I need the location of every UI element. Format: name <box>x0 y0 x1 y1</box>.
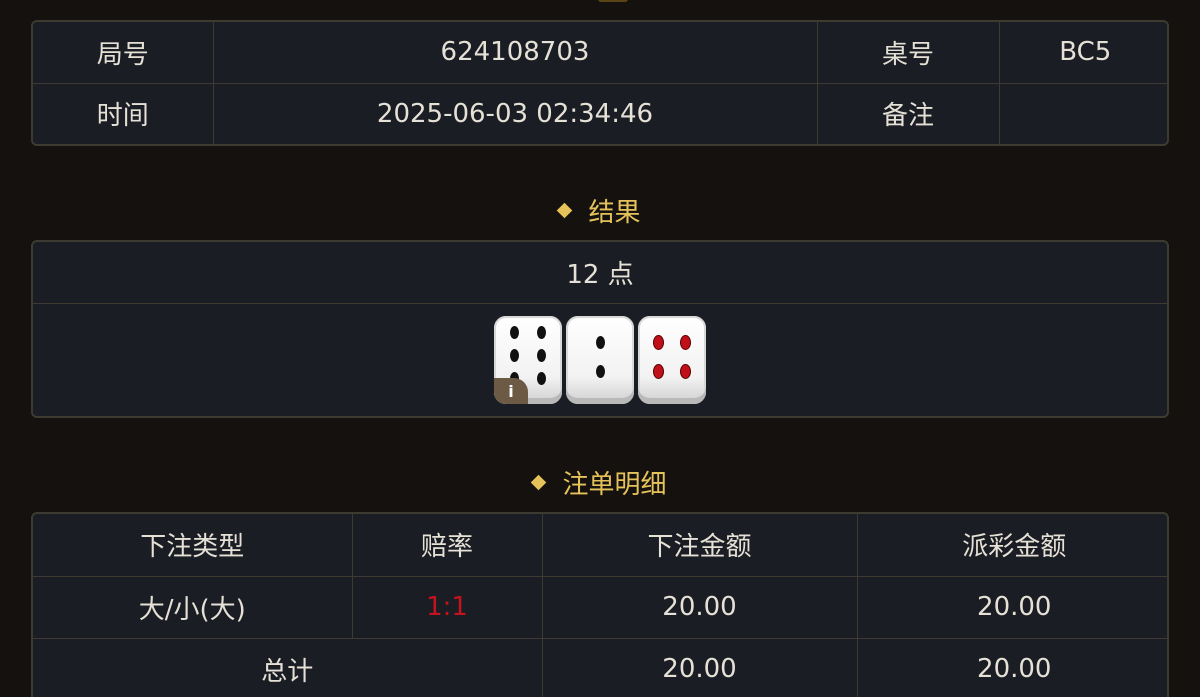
header-odds: 赔率 <box>351 514 543 577</box>
header-decoration <box>598 0 628 2</box>
round-value: 624108703 <box>212 22 818 84</box>
time-value: 2025-06-03 02:34:46 <box>212 82 818 144</box>
time-label: 时间 <box>33 82 214 144</box>
dice-pip <box>595 365 605 379</box>
dice-pip <box>681 365 691 379</box>
table-row: 大/小(大) 1:1 20.00 20.00 <box>33 575 1167 639</box>
dice-pip <box>595 335 605 349</box>
result-title-text: 结果 <box>588 198 641 228</box>
dice-pip <box>537 371 547 385</box>
payout-amount-cell: 20.00 <box>856 575 1167 639</box>
info-icon[interactable]: i <box>494 378 528 404</box>
round-info-panel: 局号 624108703 桌号 BC5 时间 2025-06-03 02:34:… <box>31 20 1169 146</box>
table-label: 桌号 <box>816 22 1000 84</box>
result-section-title: 结果 <box>0 192 1200 229</box>
total-bet-amount: 20.00 <box>541 637 858 697</box>
bet-details-section-title: 注单明细 <box>0 464 1200 501</box>
result-panel: 12 点 i <box>31 240 1169 418</box>
diamond-icon <box>557 202 573 219</box>
diamond-icon <box>531 474 547 491</box>
bet-type-cell: 大/小(大) <box>33 575 353 639</box>
dice-icon-1: i <box>494 316 562 404</box>
header-bet-type: 下注类型 <box>33 514 353 577</box>
dice-pip <box>537 325 547 339</box>
dice-pip <box>653 365 663 379</box>
dice-pip <box>509 325 519 339</box>
remark-label: 备注 <box>816 82 1000 144</box>
dice-pip <box>681 335 691 349</box>
dice-pip <box>537 348 547 362</box>
round-row: 局号 624108703 桌号 BC5 <box>33 22 1167 84</box>
table-value: BC5 <box>998 22 1167 84</box>
bet-amount-cell: 20.00 <box>541 575 858 639</box>
header-bet-amount: 下注金额 <box>541 514 858 577</box>
dice-icon-3 <box>638 316 706 404</box>
dice-pip <box>653 335 663 349</box>
result-points: 12 点 <box>33 242 1167 304</box>
table-header-row: 下注类型 赔率 下注金额 派彩金额 <box>33 514 1167 577</box>
odds-cell: 1:1 <box>351 575 543 639</box>
remark-value <box>998 82 1167 144</box>
dice-row: i <box>33 304 1167 416</box>
round-label: 局号 <box>33 22 214 84</box>
round-info-table: 局号 624108703 桌号 BC5 时间 2025-06-03 02:34:… <box>33 22 1167 144</box>
dice-icon-2 <box>566 316 634 404</box>
bet-details-panel: 下注类型 赔率 下注金额 派彩金额 大/小(大) 1:1 20.00 20.00… <box>31 512 1169 697</box>
total-label: 总计 <box>33 637 543 697</box>
total-row: 总计 20.00 20.00 <box>33 637 1167 697</box>
dice-pip <box>509 348 519 362</box>
bet-details-table: 下注类型 赔率 下注金额 派彩金额 大/小(大) 1:1 20.00 20.00… <box>33 514 1167 697</box>
bet-details-title-text: 注单明细 <box>562 470 667 500</box>
header-payout-amount: 派彩金额 <box>856 514 1167 577</box>
time-row: 时间 2025-06-03 02:34:46 备注 <box>33 82 1167 144</box>
total-payout-amount: 20.00 <box>856 637 1167 697</box>
